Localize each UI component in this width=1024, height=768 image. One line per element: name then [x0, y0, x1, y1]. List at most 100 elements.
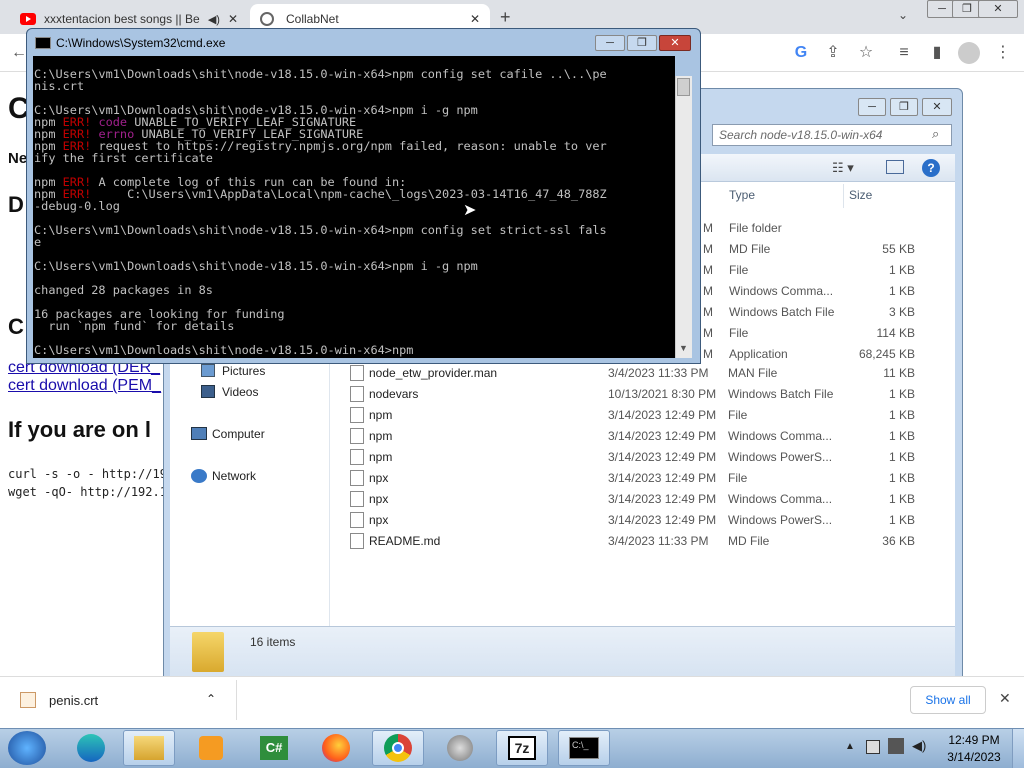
close-tab-icon[interactable]: ✕ — [470, 12, 480, 26]
file-type: Windows PowerS... — [728, 450, 833, 464]
file-icon — [350, 386, 364, 402]
clock-time[interactable]: 12:49 PM — [944, 733, 1004, 747]
scrollbar-thumb[interactable] — [677, 78, 690, 96]
cmd-icon: C:\_ — [569, 737, 599, 759]
explorer-search-input[interactable]: Search node-v18.15.0-win-x64 — [712, 124, 952, 146]
share-icon[interactable]: ⇪ — [822, 42, 844, 64]
file-row-partial[interactable]: M File folder — [690, 218, 950, 239]
close-downloads-icon[interactable]: ✕ — [999, 690, 1011, 707]
close-button[interactable]: ✕ — [978, 0, 1018, 18]
file-date: 3/14/2023 12:49 PM — [608, 450, 717, 464]
taskbar-media-player[interactable] — [185, 730, 237, 766]
taskbar-firefox[interactable] — [310, 730, 362, 766]
cmd-scrollbar[interactable] — [675, 76, 692, 358]
file-row[interactable]: npx 3/14/2023 12:49 PM File 1 KB — [350, 468, 950, 489]
taskbar-cmd[interactable]: C:\_ — [558, 730, 610, 766]
help-icon[interactable]: ? — [922, 159, 940, 177]
console-text: C:\Users\vm1\Downloads\shit\node-v18.15.… — [34, 259, 478, 273]
nav-item-computer[interactable]: Computer — [212, 427, 265, 441]
console-text: e — [34, 235, 42, 249]
file-row[interactable]: npx 3/14/2023 12:49 PM Windows PowerS... 1 … — [350, 510, 950, 531]
file-date: 3/14/2023 12:49 PM — [608, 429, 717, 443]
speaker-icon[interactable]: ◀) — [208, 13, 220, 26]
file-date: 10/13/2021 8:30 PM — [608, 387, 717, 401]
file-size: 1 KB — [888, 450, 915, 464]
explorer-close-button[interactable]: ✕ — [922, 98, 952, 116]
bookmark-star-icon[interactable]: ☆ — [855, 42, 877, 64]
taskbar-csharp[interactable]: C# — [248, 730, 300, 766]
file-row[interactable]: npm 3/14/2023 12:49 PM File 1 KB — [350, 405, 950, 426]
download-file-name[interactable]: penis.crt — [49, 693, 98, 708]
tray-expand-icon[interactable]: ▲ — [845, 741, 855, 752]
taskbar-7zip[interactable]: 7z — [496, 730, 548, 766]
file-date: 3/14/2023 12:49 PM — [608, 408, 717, 422]
cmd-close-button[interactable]: ✕ — [659, 35, 691, 51]
file-size: 1 KB — [888, 513, 915, 527]
file-size: 11 KB — [883, 366, 915, 380]
action-center-icon[interactable] — [866, 740, 880, 754]
show-all-button[interactable]: Show all — [910, 686, 986, 714]
show-desktop-button[interactable] — [1012, 729, 1024, 768]
file-row-partial[interactable]: M Windows Batch File 3 KB — [690, 302, 950, 323]
file-size: 114 KB — [876, 326, 915, 340]
file-row[interactable]: node_etw_provider.man 3/4/2023 11:33 PM MA… — [350, 363, 950, 384]
edge-icon — [77, 734, 105, 762]
nav-item-network[interactable]: Network — [212, 469, 256, 483]
file-row-partial[interactable]: M File 114 KB — [690, 323, 950, 344]
taskbar-chrome[interactable] — [372, 730, 424, 766]
explorer-maximize-button[interactable]: ❐ — [890, 98, 918, 116]
reading-list-icon[interactable]: ≡ — [893, 42, 915, 64]
file-row[interactable]: npm 3/14/2023 12:49 PM Windows Comma... 1 K… — [350, 426, 950, 447]
close-tab-icon[interactable]: ✕ — [228, 12, 238, 26]
google-icon[interactable]: G — [790, 42, 812, 64]
console-line: C:\Users\vm1\Downloads\shit\node-v18.15.… — [34, 224, 675, 236]
chevron-up-icon[interactable]: ⌃ — [206, 692, 216, 706]
preview-pane-icon[interactable] — [886, 160, 904, 174]
clipped-date-text: M — [703, 242, 713, 256]
console-text: C:\Users\vm1\AppData\Local\npm-cache\_lo… — [91, 187, 607, 201]
file-size: 1 KB — [888, 263, 915, 277]
column-header-type[interactable]: Type — [729, 188, 755, 202]
new-tab-icon[interactable]: + — [500, 7, 511, 28]
chevron-down-icon[interactable]: ⌄ — [898, 8, 908, 22]
network-status-icon[interactable] — [888, 738, 904, 754]
nav-item-videos[interactable]: Videos — [222, 385, 258, 399]
profile-avatar[interactable] — [958, 42, 980, 64]
file-row-partial[interactable]: M File 1 KB — [690, 260, 950, 281]
view-options-icon[interactable]: ☷ ▾ — [832, 160, 854, 176]
file-type: Windows Batch File — [729, 305, 835, 319]
file-icon — [350, 449, 364, 465]
file-row[interactable]: README.md 3/4/2023 11:33 PM MD File 36 KB — [350, 531, 950, 552]
nav-item-pictures[interactable]: Pictures — [222, 364, 265, 378]
taskbar-speaker[interactable] — [434, 730, 486, 766]
file-name: npx — [369, 471, 389, 485]
file-row[interactable]: nodevars 10/13/2021 8:30 PM Windows Batch … — [350, 384, 950, 405]
file-size: 3 KB — [888, 305, 915, 319]
cmd-console-output[interactable]: C:\Users\vm1\Downloads\shit\node-v18.15.… — [33, 56, 675, 358]
cmd-maximize-button[interactable]: ❐ — [627, 35, 657, 51]
side-panel-icon[interactable]: ▮ — [926, 42, 948, 64]
file-type: MD File — [728, 534, 770, 548]
start-button[interactable] — [8, 731, 46, 765]
file-type: Windows Comma... — [728, 492, 833, 506]
column-header-size[interactable]: Size — [849, 188, 872, 202]
certificate-file-icon — [20, 692, 36, 708]
cmd-minimize-button[interactable]: ─ — [595, 35, 625, 51]
file-row[interactable]: npx 3/14/2023 12:49 PM Windows Comma... 1 K… — [350, 489, 950, 510]
cert-download-pem-link[interactable]: cert download (PEM_ — [8, 377, 161, 395]
clock-date[interactable]: 3/14/2023 — [944, 750, 1004, 764]
clipped-date-text: M — [703, 326, 713, 340]
file-type: Windows Comma... — [728, 429, 833, 443]
file-row-partial[interactable]: M Application 68,245 KB — [690, 344, 950, 365]
file-row[interactable]: npm 3/14/2023 12:49 PM Windows PowerS... 1 … — [350, 447, 950, 468]
menu-kebab-icon[interactable]: ⋮ — [992, 42, 1014, 64]
scroll-down-icon[interactable]: ▼ — [679, 343, 688, 353]
explorer-minimize-button[interactable]: ─ — [858, 98, 886, 116]
volume-icon[interactable]: ◀) — [912, 738, 926, 754]
column-divider[interactable] — [843, 184, 844, 208]
taskbar-edge[interactable] — [65, 730, 117, 766]
file-icon — [350, 512, 364, 528]
file-row-partial[interactable]: M MD File 55 KB — [690, 239, 950, 260]
file-row-partial[interactable]: M Windows Comma... 1 KB — [690, 281, 950, 302]
taskbar-explorer[interactable] — [123, 730, 175, 766]
